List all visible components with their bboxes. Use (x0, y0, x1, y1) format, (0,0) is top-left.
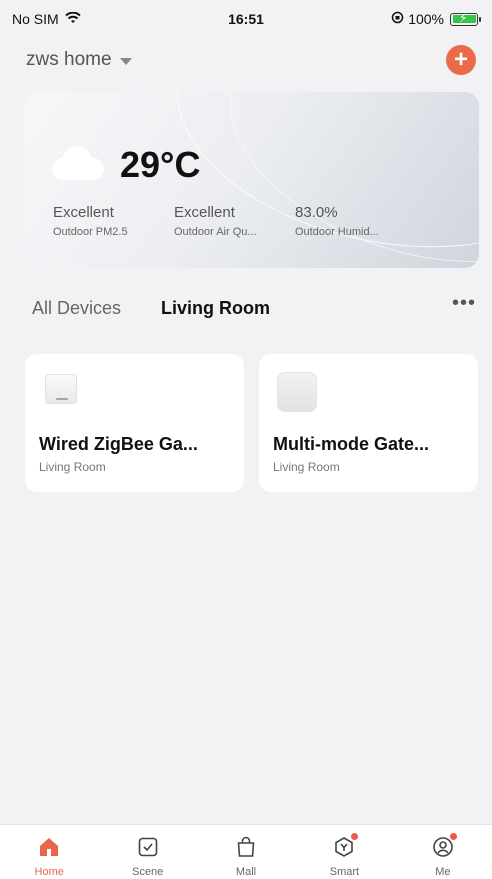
status-right: 100% ⚡ (391, 11, 481, 27)
device-card[interactable]: Multi-mode Gate... Living Room (259, 354, 478, 492)
nav-home[interactable]: Home (0, 825, 98, 879)
device-room: Living Room (273, 460, 340, 474)
weather-stats: Excellent Outdoor PM2.5 Excellent Outdoo… (53, 204, 416, 238)
stat-value: Excellent (174, 204, 235, 221)
weather-card[interactable]: 29°C Excellent Outdoor PM2.5 Excellent O… (24, 92, 479, 268)
multimode-gateway-icon (277, 372, 317, 412)
status-bar: No SIM 16:51 100% ⚡ (0, 0, 492, 38)
device-name: Wired ZigBee Ga... (39, 434, 198, 454)
caret-down-icon (119, 57, 132, 65)
wifi-icon (64, 11, 81, 27)
home-icon (35, 833, 63, 861)
bottom-nav: Home Scene Mall Smart Me (0, 824, 492, 879)
add-device-button[interactable]: + (446, 45, 476, 75)
room-tabs: All Devices Living Room ••• (0, 292, 492, 324)
nav-smart[interactable]: Smart (295, 825, 393, 879)
home-selector[interactable]: zws home (26, 49, 132, 71)
device-room: Living Room (39, 460, 106, 474)
tab-all-devices[interactable]: All Devices (32, 298, 121, 319)
status-left: No SIM (12, 11, 81, 27)
scene-icon (134, 833, 162, 861)
stat-air-quality: Excellent Outdoor Air Qu... (174, 204, 295, 238)
nav-label: Scene (132, 866, 164, 878)
mall-bag-icon (232, 833, 260, 861)
battery-percent: 100% (408, 11, 444, 27)
stat-label: Outdoor Air Qu... (174, 226, 257, 238)
orientation-lock-icon (391, 11, 404, 27)
stat-value: 83.0% (295, 204, 338, 221)
nav-label: Home (34, 866, 64, 878)
more-icon[interactable]: ••• (452, 292, 476, 325)
nav-label: Mall (235, 866, 257, 878)
device-name: Multi-mode Gate... (273, 434, 430, 454)
zigbee-gateway-icon (45, 374, 77, 404)
stat-label: Outdoor Humid... (295, 226, 379, 238)
profile-icon (429, 833, 457, 861)
notification-badge (449, 833, 457, 840)
nav-scene[interactable]: Scene (98, 825, 196, 879)
stat-label: Outdoor PM2.5 (53, 226, 128, 238)
nav-label: Me (435, 866, 451, 878)
tab-living-room[interactable]: Living Room (161, 298, 270, 319)
cloud-icon (52, 146, 104, 180)
home-name: zws home (26, 49, 112, 70)
stat-humidity: 83.0% Outdoor Humid... (295, 204, 416, 238)
stat-pm25: Excellent Outdoor PM2.5 (53, 204, 174, 238)
nav-label: Smart (329, 866, 360, 878)
device-card[interactable]: Wired ZigBee Ga... Living Room (25, 354, 244, 492)
smart-icon (330, 833, 359, 861)
notification-badge (351, 833, 359, 840)
temperature: 29°C (120, 144, 201, 185)
nav-mall[interactable]: Mall (197, 825, 295, 879)
stat-value: Excellent (53, 204, 114, 221)
carrier-label: No SIM (12, 11, 59, 27)
nav-me[interactable]: Me (394, 825, 492, 879)
header: zws home + (0, 40, 492, 80)
plus-icon: + (453, 46, 468, 73)
battery-icon: ⚡ (450, 11, 481, 26)
